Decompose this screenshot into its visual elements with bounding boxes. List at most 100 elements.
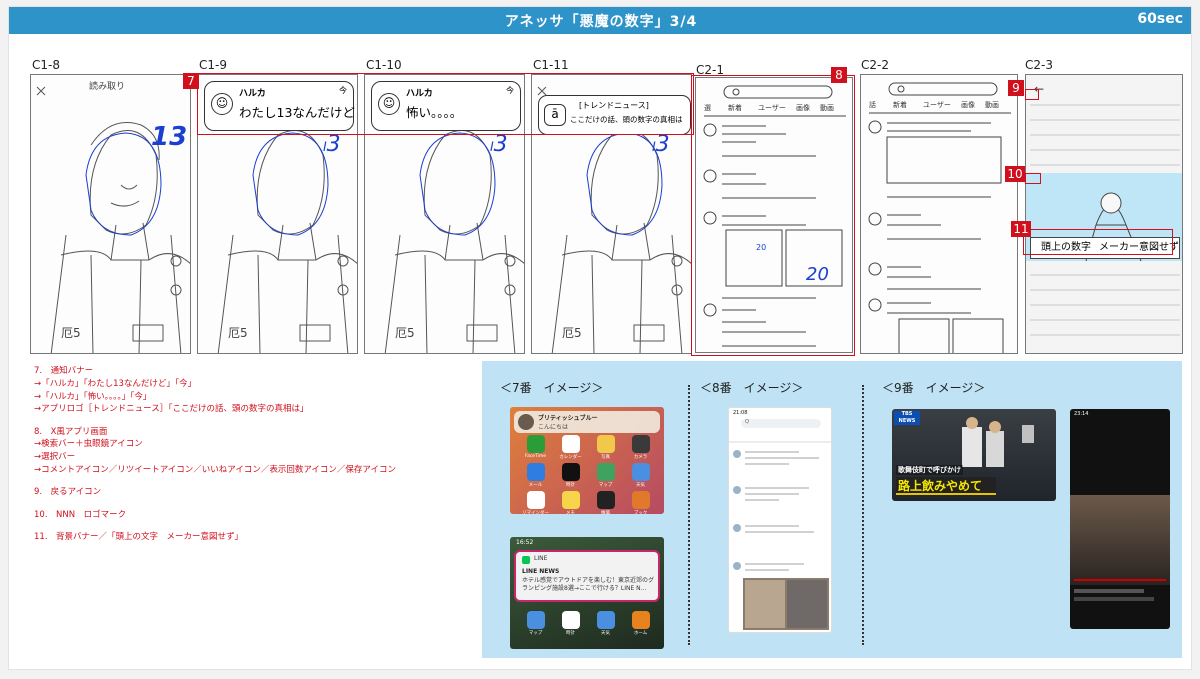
app-icon-label: 天気 [636,483,645,488]
caption-small: 歌舞伎町で呼びかけ [896,465,963,475]
notification-text: ホテル感覚でアウトドアを楽しむ！東京近郊のグランピング施設8選→ここで行ける？L… [522,577,655,592]
storyboard-page: アネッサ「悪魔の数字」3/4 60sec C1-8 C1-9 C1-10 C1-… [8,6,1192,670]
frame-c2-3: ← 頭上の数字 メーカー意図せず [1025,74,1183,354]
svg-text:動画: 動画 [985,100,999,109]
frame-label-c1-10: C1-10 [366,58,402,72]
notification-banner: ブリティッシュブルー こんにちは [514,411,660,433]
notes-list: 7. 通知バナー →「ハルカ」「わたし13なんだけど」「今」 →「ハルカ」「怖い… [34,365,474,544]
svg-text:ₗ3: ₗ3 [652,132,670,157]
tag-7: 7 [183,73,199,89]
app-icon-tile [596,611,615,629]
app-icon: マップ [588,463,623,488]
svg-text:読み取り: 読み取り [89,80,125,92]
svg-text:ₗ3: ₗ3 [490,132,508,157]
note-line: →コメントアイコン／リツイートアイコン／いいねアイコン／表示回数アイコン／保存ア… [34,465,397,476]
image-reference-panel: ＜7番 イメージ＞ ＜8番 イメージ＞ ＜9番 イメージ＞ ブリティッシュブルー… [482,361,1182,658]
frame-label-c2-3: C2-3 [1025,58,1053,72]
app-icon: ホーム [623,611,658,636]
caption-large: 路上飲みやめて [896,477,996,495]
duration-label: 60sec [1137,11,1183,27]
app-icon-tile [631,611,650,629]
image-9a-news: TBS NEWS 歌舞伎町で呼びかけ 路上飲みやめて [892,409,1056,501]
app-icon: 株価 [588,491,623,514]
image-8-title: ＜8番 イメージ＞ [700,381,804,395]
frame-label-c1-8: C1-8 [32,58,60,72]
app-icon-tile [596,435,615,453]
title-line [1074,589,1144,593]
app-icon-label: ブック [633,511,648,514]
tbs-logo: TBS NEWS [894,411,920,425]
callout-box-7 [197,73,694,135]
app-icon-label: 時計 [566,631,575,636]
news-video-sketch: ← [1026,75,1182,353]
line-icon [522,556,530,564]
app-icon-tile [561,611,580,629]
notification-title: ブリティッシュブルー [538,415,598,422]
note-line: 11. 背景バナー／「頭上の文字 メーカー意図せず」 [34,531,244,542]
app-icon: 写真 [588,435,623,460]
app-icon-label: 天気 [601,631,610,636]
app-icon: 天気 [588,611,623,636]
app-icon: リマインダー [518,491,553,514]
tag-11: 11 [1011,221,1031,237]
app-icon-label: メモ [566,511,575,514]
app-icon: FaceTime [518,435,553,460]
svg-text:13: 13 [151,122,187,152]
app-icon: 天気 [623,463,658,488]
note-line: 7. 通知バナー [34,366,94,376]
frame-label-c1-11: C1-11 [533,58,569,72]
note-line: 9. 戻るアイコン [34,487,102,498]
app-icon: ブック [623,491,658,514]
note-line: →検索バー＋虫眼鏡アイコン [34,439,143,450]
app-icon-tile [631,491,650,509]
svg-text:ₗ3: ₗ3 [323,132,341,157]
header-bar: アネッサ「悪魔の数字」3/4 60sec [9,7,1191,34]
app-icon-tile [596,491,615,509]
app-icon-tile [526,491,545,509]
note-line: 10. NNN ロゴマーク [34,509,127,520]
status-time: 23:14 [1074,411,1089,417]
app-icon-tile [526,435,545,453]
tag-10: 10 [1005,166,1025,182]
svg-text:画像: 画像 [961,100,975,109]
callout-box-8 [691,75,855,356]
app-icon-label: マップ [528,631,543,636]
app-icon-label: マップ [598,483,613,488]
progress-bar [1074,579,1166,581]
app-icon-tile [561,463,580,481]
frame-c1-8: 13 読み取り 厄5 [30,74,191,354]
image-7-title: ＜7番 イメージ＞ [500,381,604,395]
note-line: →「ハルカ」「わたし13なんだけど」「今」 [34,378,197,389]
svg-text:厄5: 厄5 [61,326,81,340]
notification-banner: LINE LINE NEWS ホテル感覚でアウトドアを楽しむ！東京近郊のグランピ… [514,550,660,602]
avatar [518,414,534,430]
svg-text:厄5: 厄5 [562,326,582,340]
svg-text:厄5: 厄5 [228,326,248,340]
callout-box-9 [1025,89,1039,100]
notification-title: LINE NEWS [522,568,560,575]
app-icon-tile [561,435,580,453]
image-9-title: ＜9番 イメージ＞ [882,381,986,395]
svg-text:新着: 新着 [893,100,907,109]
app-icon-label: FaceTime [524,454,547,459]
app-name: LINE [534,555,548,562]
svg-text:話: 話 [869,100,876,109]
note-line: →「ハルカ」「怖い。。。。」「今」 [34,391,152,402]
image-7a-homescreen: ブリティッシュブルー こんにちは FaceTime カレンダー 写真 カメラ メール 時計… [510,407,664,514]
meta-line [1074,597,1154,601]
image-7b-homescreen: 16:52 LINE LINE NEWS ホテル感覚でアウトドアを楽しむ！東京近… [510,537,664,649]
timeline-sketch [729,441,831,630]
x-app-sketch: 話 新着 ユーザー 画像 動画 [868,82,1011,353]
video-frame [1070,495,1170,585]
app-icon-tile [526,611,545,629]
app-icon: マップ [518,611,553,636]
app-icon-tile [526,463,545,481]
divider [862,385,864,645]
app-icon-tile [631,463,650,481]
image-9b-mobile-video: 23:14 [1070,409,1170,629]
app-icon-tile [596,463,615,481]
svg-text:ユーザー: ユーザー [923,101,951,109]
dock: マップ 時計 天気 ホーム [518,611,658,636]
search-input: Q [741,419,821,428]
tag-8: 8 [831,67,847,83]
